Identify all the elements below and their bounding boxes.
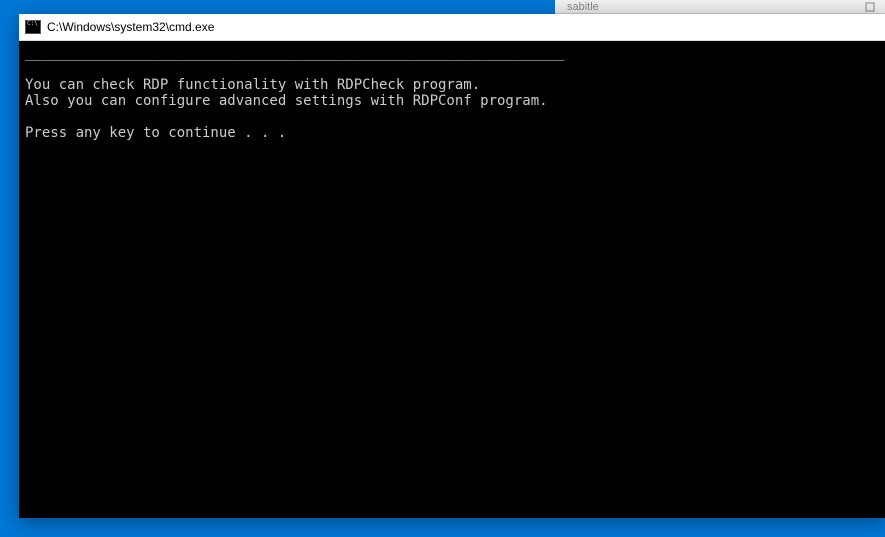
console-line: Press any key to continue . . . <box>25 125 286 141</box>
console-output[interactable]: ________________________________________… <box>19 41 885 518</box>
maximize-icon <box>865 2 875 12</box>
background-panel-label: sabitle <box>567 1 599 13</box>
titlebar[interactable]: C:\Windows\system32\cmd.exe <box>19 14 885 41</box>
cmd-window: C:\Windows\system32\cmd.exe ____________… <box>19 14 885 518</box>
console-line: ________________________________________… <box>25 45 564 61</box>
cmd-icon <box>25 20 41 34</box>
window-title: C:\Windows\system32\cmd.exe <box>47 20 214 34</box>
console-line: Also you can configure advanced settings… <box>25 93 548 109</box>
background-panel-header: sabitle <box>555 0 885 14</box>
console-line: You can check RDP functionality with RDP… <box>25 77 480 93</box>
background-panel-button[interactable] <box>863 2 877 12</box>
